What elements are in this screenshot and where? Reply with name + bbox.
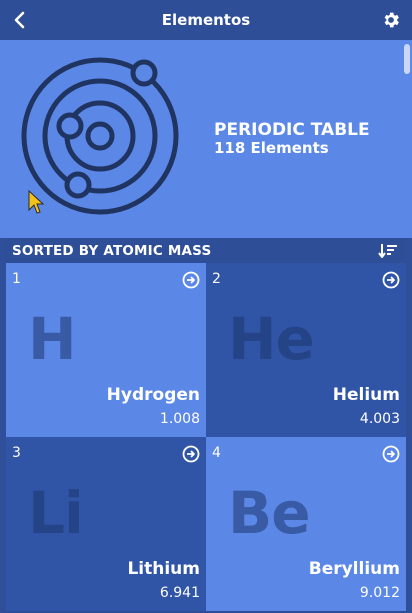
atomic-mass: 4.003 (359, 411, 400, 427)
atomic-number: 4 (212, 445, 221, 461)
page-title: Elementos (161, 11, 251, 29)
arrow-circle-right-icon[interactable] (182, 271, 200, 289)
element-card-helium[interactable]: 2 He Helium 4.003 (206, 263, 406, 437)
hero-banner: PERIODIC TABLE 118 Elements (0, 40, 412, 238)
arrow-circle-right-icon[interactable] (382, 445, 400, 463)
element-name: Lithium (127, 559, 200, 579)
settings-button[interactable] (380, 9, 402, 31)
element-list: SORTED BY ATOMIC MASS 1 H Hydrogen 1.008… (6, 239, 406, 613)
hero-text: PERIODIC TABLE 118 Elements (214, 120, 370, 156)
hero-title: PERIODIC TABLE (214, 120, 370, 140)
element-card-beryllium[interactable]: 4 Be Beryllium 9.012 (206, 437, 406, 611)
element-symbol: H (28, 305, 77, 373)
atomic-mass: 9.012 (359, 585, 400, 601)
atomic-mass: 1.008 (159, 411, 200, 427)
element-symbol: He (228, 305, 315, 373)
element-name: Helium (332, 385, 400, 405)
scrollbar-thumb[interactable] (404, 44, 410, 74)
arrow-circle-right-icon[interactable] (182, 445, 200, 463)
atomic-number: 1 (12, 271, 21, 287)
element-card-lithium[interactable]: 3 Li Lithium 6.941 (6, 437, 206, 611)
atomic-number: 2 (212, 271, 221, 287)
atomic-mass: 6.941 (159, 585, 200, 601)
atomic-number: 3 (12, 445, 21, 461)
element-symbol: Li (28, 479, 84, 547)
atom-icon (21, 57, 179, 215)
sort-descending-icon[interactable] (378, 243, 398, 259)
chevron-left-icon (14, 11, 25, 29)
arrow-circle-right-icon[interactable] (382, 271, 400, 289)
app-header: Elementos (0, 0, 412, 40)
element-name: Hydrogen (106, 385, 200, 405)
pointer-cursor-icon (28, 190, 44, 214)
back-button[interactable] (8, 8, 32, 32)
sort-label: SORTED BY ATOMIC MASS (12, 243, 212, 259)
sort-bar[interactable]: SORTED BY ATOMIC MASS (6, 239, 406, 263)
element-name: Beryllium (308, 559, 400, 579)
element-symbol: Be (228, 479, 311, 547)
element-card-hydrogen[interactable]: 1 H Hydrogen 1.008 (6, 263, 206, 437)
gear-icon (384, 12, 399, 28)
hero-subtitle: 118 Elements (214, 139, 329, 157)
